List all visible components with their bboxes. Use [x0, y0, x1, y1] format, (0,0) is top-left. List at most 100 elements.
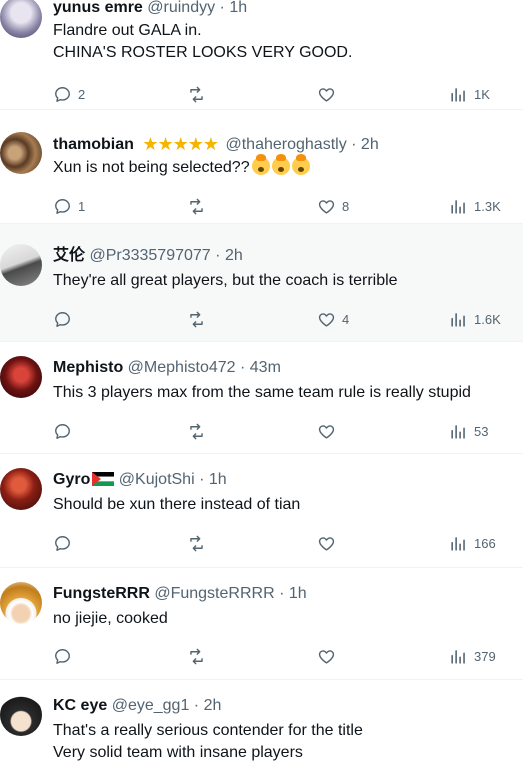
- reply-button[interactable]: [53, 309, 78, 329]
- avatar[interactable]: [0, 694, 42, 736]
- tweet-text-line: They're all great players, but the coach…: [53, 272, 398, 289]
- reply-icon: [55, 535, 70, 551]
- reply-button[interactable]: [53, 646, 78, 666]
- view-count: 166: [474, 535, 496, 551]
- reply-icon: [55, 198, 70, 214]
- timestamp[interactable]: 1h: [229, 0, 247, 16]
- author-name[interactable]: Mephisto: [53, 359, 123, 376]
- reply-icon: [55, 311, 70, 327]
- reply-icon: [55, 86, 70, 102]
- retweet-button[interactable]: [187, 421, 212, 441]
- avatar[interactable]: [0, 0, 42, 38]
- timestamp[interactable]: 2h: [361, 136, 379, 153]
- heart-icon: [318, 424, 335, 439]
- views-button[interactable]: 53: [449, 421, 488, 441]
- heart-icon: [318, 649, 335, 664]
- retweet-icon: [190, 198, 203, 214]
- reply-button[interactable]: 2: [53, 84, 85, 104]
- view-count: 53: [474, 423, 489, 439]
- view-count: 1.6K: [474, 311, 501, 327]
- views-icon: [451, 536, 465, 551]
- avatar[interactable]: [0, 582, 42, 624]
- retweet-icon: [190, 535, 203, 551]
- views-icon: [451, 424, 465, 439]
- separator: ·: [239, 359, 246, 376]
- tweet[interactable]: 艾伦 @Pr3335797077 · 2h They're all great …: [0, 224, 523, 342]
- views-button[interactable]: 1.3K: [449, 196, 501, 216]
- flag-icon: [92, 472, 115, 492]
- like-button[interactable]: [317, 421, 342, 441]
- author-handle[interactable]: @Mephisto472: [128, 359, 236, 376]
- tweet-text-line: no jiejie, cooked: [53, 610, 168, 627]
- retweet-button[interactable]: [187, 309, 212, 329]
- like-button[interactable]: [317, 533, 342, 553]
- timestamp[interactable]: 2h: [204, 697, 222, 714]
- tweet[interactable]: yunus emre @ruindyy · 1h Flandre out GAL…: [0, 0, 523, 110]
- view-count: 1.3K: [474, 198, 501, 214]
- author-handle[interactable]: @eye_gg1: [112, 697, 190, 714]
- timestamp[interactable]: 1h: [289, 585, 307, 602]
- author-handle[interactable]: @KujotShi: [119, 471, 195, 488]
- avatar[interactable]: [0, 132, 42, 174]
- views-button[interactable]: 1.6K: [449, 309, 501, 329]
- retweet-button[interactable]: [187, 533, 212, 553]
- author-name[interactable]: Gyro: [53, 471, 90, 488]
- timestamp[interactable]: 1h: [209, 471, 227, 488]
- tweet-text-line: Very solid team with insane players: [53, 744, 303, 761]
- author-handle[interactable]: @FungsteRRRR: [154, 585, 274, 602]
- tweet-text-line: That's a really serious contender for th…: [53, 722, 363, 739]
- view-count: 379: [474, 648, 496, 664]
- retweet-icon: [190, 423, 203, 439]
- retweet-button[interactable]: [187, 84, 212, 104]
- separator: ·: [351, 136, 357, 153]
- author-name[interactable]: FungsteRRR: [53, 585, 150, 602]
- views-button[interactable]: 166: [449, 533, 496, 553]
- reply-count: 1: [78, 198, 86, 214]
- reply-button[interactable]: 1: [53, 196, 85, 216]
- tweet[interactable]: FungsteRRR @FungsteRRRR · 1h no jiejie, …: [0, 568, 523, 680]
- author-name[interactable]: yunus emre: [53, 0, 143, 16]
- tweet-text-line: Flandre out GALA in.: [53, 22, 202, 39]
- avatar[interactable]: [0, 356, 42, 398]
- author-handle[interactable]: @thaheroghastly: [225, 136, 346, 153]
- like-button[interactable]: 4: [317, 309, 349, 329]
- timestamp[interactable]: 2h: [225, 247, 243, 264]
- retweet-button[interactable]: [187, 646, 212, 666]
- heart-icon: [318, 199, 335, 214]
- author-name[interactable]: thamobian: [53, 136, 134, 153]
- tweet-text-line: Xun is not being selected??: [53, 159, 250, 176]
- reply-button[interactable]: [53, 533, 78, 553]
- retweet-icon: [190, 311, 203, 327]
- views-button[interactable]: 379: [449, 646, 496, 666]
- views-button[interactable]: 1K: [449, 84, 490, 104]
- author-name[interactable]: 艾伦: [53, 247, 85, 264]
- separator: ·: [215, 247, 221, 264]
- tweet[interactable]: Mephisto @Mephisto472 · 43m This 3 playe…: [0, 342, 523, 454]
- reply-button[interactable]: [53, 421, 78, 441]
- like-button[interactable]: [317, 646, 342, 666]
- heart-icon: [318, 536, 335, 551]
- author-name[interactable]: KC eye: [53, 697, 107, 714]
- avatar[interactable]: [0, 468, 42, 510]
- exploding-head-emoji-icon: [271, 154, 290, 175]
- avatar[interactable]: [0, 244, 42, 286]
- like-button[interactable]: [317, 84, 342, 104]
- tweet[interactable]: thamobian ★★★★★ @thaheroghastly · 2h Xun…: [0, 110, 523, 224]
- like-button[interactable]: 8: [317, 196, 349, 216]
- reply-icon: [55, 648, 70, 664]
- tweet-text-line: CHINA'S ROSTER LOOKS VERY GOOD.: [53, 44, 353, 61]
- views-icon: [451, 312, 465, 327]
- view-count: 1K: [474, 86, 490, 102]
- tweet[interactable]: Gyro @KujotShi · 1h Should be xun there …: [0, 454, 523, 568]
- separator: ·: [279, 585, 285, 602]
- retweet-button[interactable]: [187, 196, 212, 216]
- separator: ·: [199, 471, 205, 488]
- retweet-icon: [190, 648, 203, 664]
- tweet-text-line: This 3 players max from the same team ru…: [53, 384, 471, 401]
- tweet-text-line: Should be xun there instead of tian: [53, 496, 301, 513]
- like-count: 4: [342, 311, 350, 327]
- author-handle[interactable]: @Pr3335797077: [89, 247, 210, 264]
- timestamp[interactable]: 43m: [250, 359, 281, 376]
- tweet[interactable]: KC eye @eye_gg1 · 2h That's a really ser…: [0, 680, 523, 770]
- author-handle[interactable]: @ruindyy: [147, 0, 215, 16]
